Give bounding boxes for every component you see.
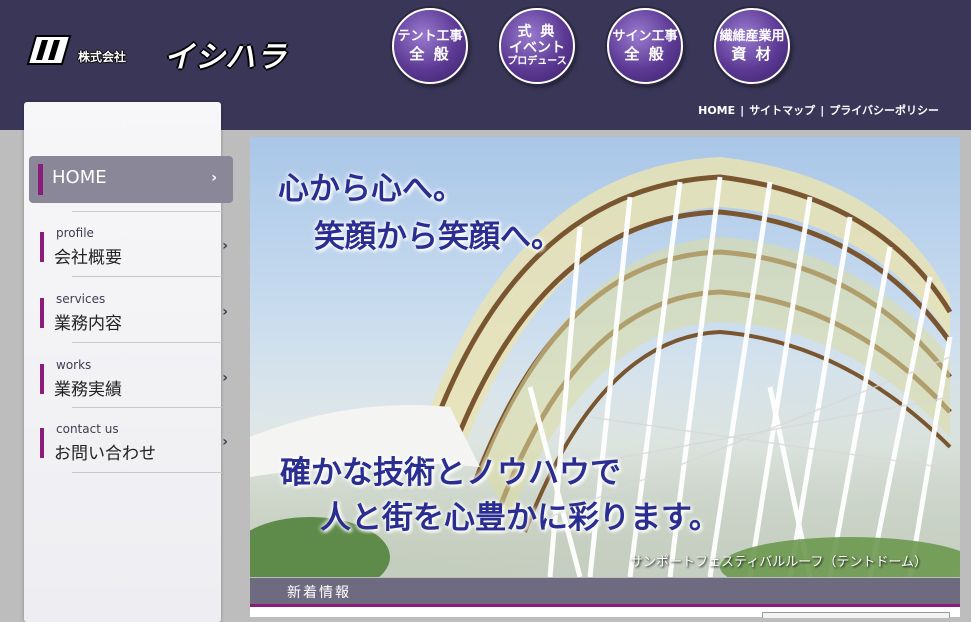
top-links: HOME | サイトマップ | プライバシーポリシー (698, 102, 939, 118)
item-marker (40, 298, 44, 328)
headline-2: 笑顔から笑顔へ。 (314, 219, 562, 255)
sidebar-item-en-label: profile (56, 226, 94, 240)
ceremony-event-button[interactable]: 式 典 イベント プロデュース (499, 8, 575, 84)
sidebar-item-works[interactable]: works 業務実績 › (38, 348, 228, 410)
sidebar-item-label: お問い合わせ (54, 444, 156, 464)
divider (72, 472, 222, 473)
sidebar-item-label: 会社概要 (54, 248, 122, 268)
divider (72, 407, 222, 408)
chevron-right-icon: › (222, 304, 228, 320)
top-link-privacy[interactable]: プライバシーポリシー (829, 104, 939, 117)
divider (72, 342, 222, 343)
item-marker (40, 232, 44, 262)
chevron-right-icon: › (222, 238, 228, 254)
divider (72, 276, 222, 277)
circle-button-line1: 繊維産業用 (719, 29, 785, 44)
logo-subtitle: 株式会社 (78, 50, 127, 64)
item-marker (40, 364, 44, 394)
sidebar-item-services[interactable]: services 業務内容 › (38, 282, 228, 344)
sidebar-item-en-label: services (56, 292, 106, 306)
sidebar-item-en-label: works (56, 358, 92, 372)
news-thumbnail (762, 612, 950, 618)
chevron-right-icon: › (211, 170, 217, 186)
sidebar-nav: HOME › profile 会社概要 › services 業務内容 › wo… (24, 102, 233, 622)
headline-1: 心から心へ。 (278, 171, 464, 207)
sidebar-item-contact[interactable]: contact us お問い合わせ › (38, 412, 228, 474)
active-marker (38, 164, 43, 195)
headline-3: 確かな技術とノウハウで (280, 455, 621, 491)
photo-caption: サンポートフェスティバルルーフ（テントドーム） (630, 555, 928, 570)
tent-works-button[interactable]: テント工事 全 般 (392, 8, 468, 84)
sign-works-button[interactable]: サイン工事 全 般 (607, 8, 683, 84)
sidebar-item-home[interactable]: HOME › (29, 156, 233, 203)
textile-materials-button[interactable]: 繊維産業用 資 材 (714, 8, 790, 84)
headline-4: 人と街を心豊かに彩ります。 (320, 500, 720, 536)
circle-button-line2: イベント (509, 40, 565, 56)
logo-mark-icon (26, 35, 72, 65)
news-header: 新着情報 (250, 578, 960, 607)
divider (72, 211, 222, 212)
circle-button-line2: 全 般 (409, 45, 451, 63)
circle-button-line1: サイン工事 (612, 29, 678, 44)
news-title: 新着情報 (287, 585, 351, 601)
chevron-right-icon: › (222, 434, 228, 450)
company-logo[interactable]: 株式会社 イシハラ (26, 34, 302, 75)
chevron-right-icon: › (222, 370, 228, 386)
item-marker (40, 428, 44, 458)
circle-button-line2: 全 般 (624, 45, 666, 63)
circle-button-line1: 式 典 (517, 24, 557, 40)
sidebar-item-en-label: contact us (56, 422, 119, 436)
top-link-home[interactable]: HOME (698, 104, 735, 117)
sidebar-item-profile[interactable]: profile 会社概要 › (38, 216, 228, 278)
link-separator: | (740, 104, 745, 117)
top-link-sitemap[interactable]: サイトマップ (749, 104, 815, 117)
sidebar-item-label: 業務内容 (54, 314, 122, 334)
circle-button-line2: 資 材 (731, 45, 773, 63)
circle-button-line3: プロデュース (507, 56, 567, 67)
sidebar-item-label: 業務実績 (54, 380, 122, 400)
link-separator: | (820, 104, 825, 117)
sidebar-item-label: HOME (52, 167, 107, 188)
logo-name: イシハラ (164, 40, 288, 75)
circle-button-line1: テント工事 (397, 29, 463, 44)
